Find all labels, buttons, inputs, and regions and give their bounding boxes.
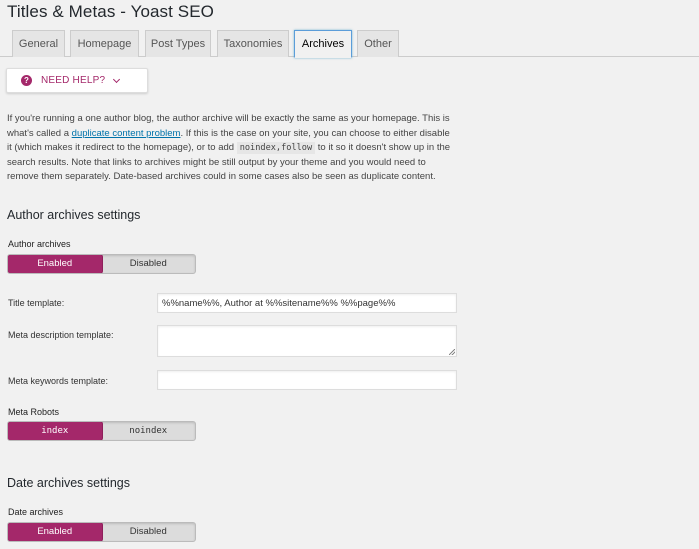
date-archives-enabled[interactable]: Enabled — [8, 523, 102, 541]
tab-post-types[interactable]: Post Types — [145, 30, 211, 57]
author-archives-enabled[interactable]: Enabled — [8, 255, 102, 273]
date-archives-toggle[interactable]: Enabled Disabled — [7, 522, 196, 542]
need-help-label: NEED HELP? — [41, 75, 106, 86]
question-icon: ? — [21, 75, 32, 86]
page-title: Titles & Metas - Yoast SEO — [7, 2, 214, 21]
tab-taxonomies[interactable]: Taxonomies — [217, 30, 289, 57]
tab-archives[interactable]: Archives — [294, 30, 352, 58]
author-archives-toggle[interactable]: Enabled Disabled — [7, 254, 196, 274]
meta-keywords-label: Meta keywords template: — [8, 376, 109, 386]
date-archives-heading: Date archives settings — [7, 476, 130, 490]
tab-other[interactable]: Other — [357, 30, 399, 57]
author-archives-heading: Author archives settings — [7, 208, 141, 222]
chevron-down-icon — [113, 75, 121, 83]
tab-homepage[interactable]: Homepage — [70, 30, 139, 57]
tab-general[interactable]: General — [12, 30, 65, 57]
meta-robots-index[interactable]: index — [8, 422, 102, 440]
need-help-button[interactable]: ? NEED HELP? — [6, 68, 148, 93]
meta-description-label: Meta description template: — [8, 330, 114, 340]
title-template-input[interactable] — [157, 293, 457, 313]
date-archives-disabled[interactable]: Disabled — [102, 523, 196, 541]
meta-robots-noindex[interactable]: noindex — [102, 422, 196, 440]
meta-keywords-input[interactable] — [157, 370, 457, 390]
intro-text: If you're running a one author blog, the… — [7, 113, 451, 182]
meta-robots-label: Meta Robots — [8, 407, 60, 417]
title-template-label: Title template: — [8, 298, 65, 308]
noindex-follow-code: noindex,follow — [236, 142, 316, 154]
meta-description-textarea[interactable] — [157, 325, 457, 357]
date-archives-label: Date archives — [8, 507, 64, 517]
meta-robots-toggle[interactable]: index noindex — [7, 421, 196, 441]
author-archives-disabled[interactable]: Disabled — [102, 255, 196, 273]
author-archives-label: Author archives — [8, 239, 71, 249]
resize-handle-icon[interactable] — [449, 349, 455, 355]
duplicate-content-link[interactable]: duplicate content problem — [72, 128, 181, 139]
